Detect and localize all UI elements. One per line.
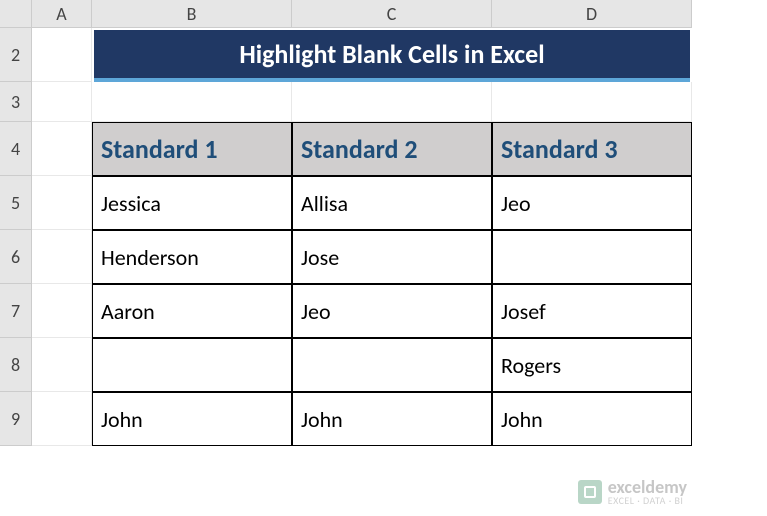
cell-d9[interactable]: John xyxy=(492,392,692,446)
row-header-8[interactable]: 8 xyxy=(0,338,32,392)
col-header-c[interactable]: C xyxy=(292,0,492,28)
watermark-text: exceldemy EXCEL · DATA · BI xyxy=(608,478,687,506)
cell-d8[interactable]: Rogers xyxy=(492,338,692,392)
title-banner[interactable]: Highlight Blank Cells in Excel xyxy=(94,30,690,82)
table-header-1[interactable]: Standard 1 xyxy=(92,122,292,176)
cell-c7[interactable]: Jeo xyxy=(292,284,492,338)
col-header-b[interactable]: B xyxy=(92,0,292,28)
cell-d5[interactable]: Jeo xyxy=(492,176,692,230)
cell-b3[interactable] xyxy=(92,82,292,122)
row-header-2[interactable]: 2 xyxy=(0,28,32,82)
row-header-6[interactable]: 6 xyxy=(0,230,32,284)
cell-c6[interactable]: Jose xyxy=(292,230,492,284)
watermark: exceldemy EXCEL · DATA · BI xyxy=(578,478,687,506)
cell-a6[interactable] xyxy=(32,230,92,284)
row-header-9[interactable]: 9 xyxy=(0,392,32,446)
cell-c8[interactable] xyxy=(292,338,492,392)
table-header-2[interactable]: Standard 2 xyxy=(292,122,492,176)
row-header-5[interactable]: 5 xyxy=(0,176,32,230)
cell-a9[interactable] xyxy=(32,392,92,446)
cell-a3[interactable] xyxy=(32,82,92,122)
cell-a5[interactable] xyxy=(32,176,92,230)
exceldemy-logo-icon xyxy=(578,480,602,504)
cell-b9[interactable]: John xyxy=(92,392,292,446)
cell-d7[interactable]: Josef xyxy=(492,284,692,338)
col-header-a[interactable]: A xyxy=(32,0,92,28)
cell-a7[interactable] xyxy=(32,284,92,338)
row-header-7[interactable]: 7 xyxy=(0,284,32,338)
watermark-sub: EXCEL · DATA · BI xyxy=(608,496,687,506)
cell-b5[interactable]: Jessica xyxy=(92,176,292,230)
cell-d6[interactable] xyxy=(492,230,692,284)
cell-d3[interactable] xyxy=(492,82,692,122)
cell-b6[interactable]: Henderson xyxy=(92,230,292,284)
cell-a2[interactable] xyxy=(32,28,92,82)
cell-a4[interactable] xyxy=(32,122,92,176)
cell-a8[interactable] xyxy=(32,338,92,392)
col-header-d[interactable]: D xyxy=(492,0,692,28)
cell-c5[interactable]: Allisa xyxy=(292,176,492,230)
spreadsheet-grid: A B C D 2 Highlight Blank Cells in Excel… xyxy=(0,0,767,446)
table-header-3[interactable]: Standard 3 xyxy=(492,122,692,176)
row-header-4[interactable]: 4 xyxy=(0,122,32,176)
cell-c3[interactable] xyxy=(292,82,492,122)
cell-b8[interactable] xyxy=(92,338,292,392)
cell-c9[interactable]: John xyxy=(292,392,492,446)
cell-b7[interactable]: Aaron xyxy=(92,284,292,338)
select-all-corner[interactable] xyxy=(0,0,32,28)
row-header-3[interactable]: 3 xyxy=(0,82,32,122)
